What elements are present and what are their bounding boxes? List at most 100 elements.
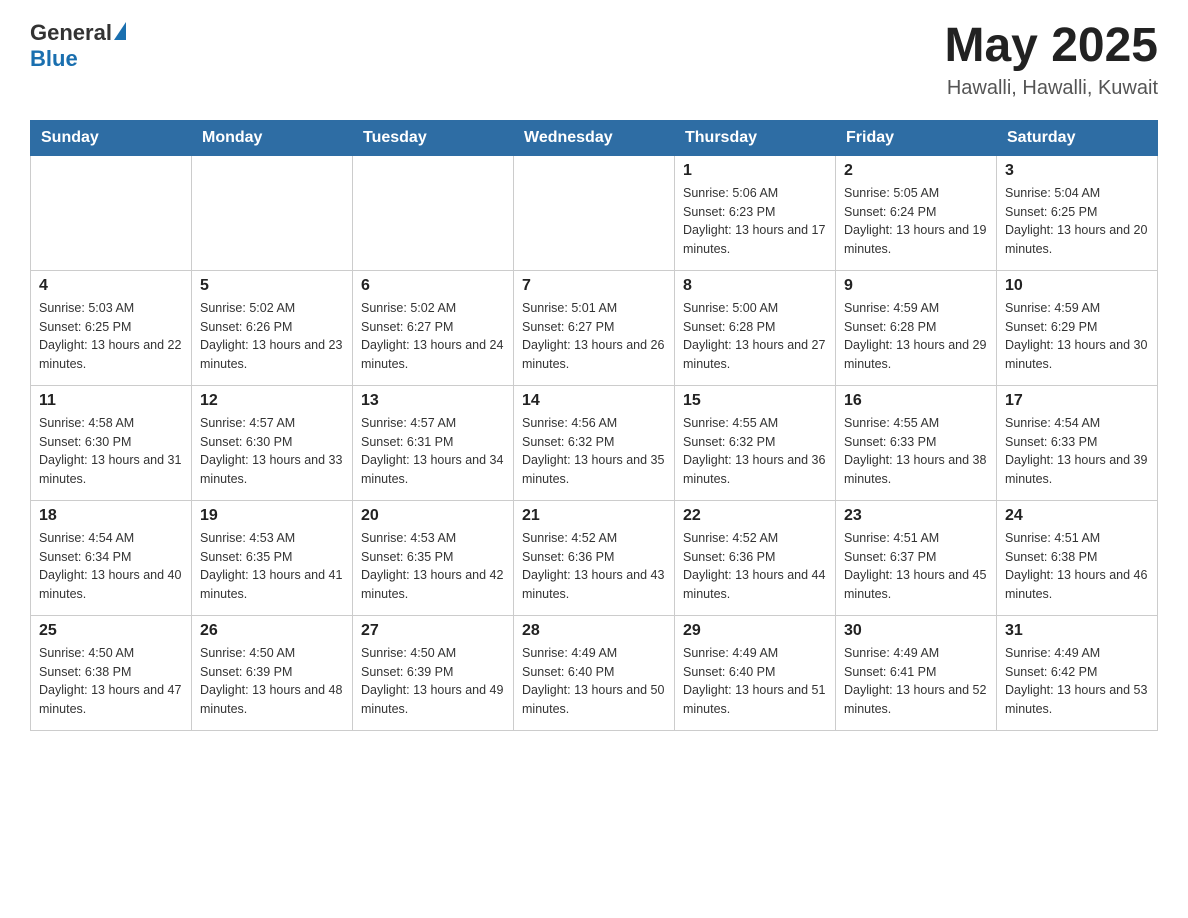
calendar-cell: 3 Sunrise: 5:04 AMSunset: 6:25 PMDaylight… — [997, 155, 1158, 270]
week-row-1: 1 Sunrise: 5:06 AMSunset: 6:23 PMDaylight… — [31, 155, 1158, 270]
calendar-cell: 7 Sunrise: 5:01 AMSunset: 6:27 PMDaylight… — [514, 270, 675, 385]
calendar-cell: 9 Sunrise: 4:59 AMSunset: 6:28 PMDaylight… — [836, 270, 997, 385]
weekday-header-thursday: Thursday — [675, 120, 836, 155]
day-info: Sunrise: 4:58 AMSunset: 6:30 PMDaylight:… — [39, 416, 181, 486]
week-row-5: 25 Sunrise: 4:50 AMSunset: 6:38 PMDayligh… — [31, 615, 1158, 730]
day-number: 2 — [844, 162, 988, 180]
day-number: 7 — [522, 277, 666, 295]
calendar-cell: 21Sunrise: 4:52 AMSunset: 6:36 PMDayligh… — [514, 500, 675, 615]
location-subtitle: Hawalli, Hawalli, Kuwait — [945, 77, 1159, 100]
calendar-cell — [514, 155, 675, 270]
day-number: 28 — [522, 622, 666, 640]
calendar-cell: 31 Sunrise: 4:49 AMSunset: 6:42 PMDayligh… — [997, 615, 1158, 730]
calendar-table: SundayMondayTuesdayWednesdayThursdayFrid… — [30, 120, 1158, 731]
calendar-cell: 1 Sunrise: 5:06 AMSunset: 6:23 PMDaylight… — [675, 155, 836, 270]
day-info: Sunrise: 5:03 AMSunset: 6:25 PMDaylight:… — [39, 301, 181, 371]
calendar-cell: 8Sunrise: 5:00 AMSunset: 6:28 PMDaylight… — [675, 270, 836, 385]
calendar-cell: 24Sunrise: 4:51 AMSunset: 6:38 PMDayligh… — [997, 500, 1158, 615]
week-row-2: 4 Sunrise: 5:03 AMSunset: 6:25 PMDaylight… — [31, 270, 1158, 385]
logo-general: General — [30, 20, 112, 46]
calendar-cell: 10 Sunrise: 4:59 AMSunset: 6:29 PMDayligh… — [997, 270, 1158, 385]
day-info: Sunrise: 4:57 AMSunset: 6:30 PMDaylight:… — [200, 416, 342, 486]
weekday-header-friday: Friday — [836, 120, 997, 155]
day-info: Sunrise: 4:52 AMSunset: 6:36 PMDaylight:… — [683, 531, 825, 601]
day-info: Sunrise: 5:05 AMSunset: 6:24 PMDaylight:… — [844, 186, 986, 256]
day-number: 3 — [1005, 162, 1149, 180]
calendar-cell: 22Sunrise: 4:52 AMSunset: 6:36 PMDayligh… — [675, 500, 836, 615]
day-number: 25 — [39, 622, 183, 640]
day-info: Sunrise: 4:55 AMSunset: 6:33 PMDaylight:… — [844, 416, 986, 486]
day-info: Sunrise: 4:52 AMSunset: 6:36 PMDaylight:… — [522, 531, 664, 601]
day-number: 15 — [683, 392, 827, 410]
calendar-cell: 12 Sunrise: 4:57 AMSunset: 6:30 PMDayligh… — [192, 385, 353, 500]
day-info: Sunrise: 4:55 AMSunset: 6:32 PMDaylight:… — [683, 416, 825, 486]
calendar-cell — [353, 155, 514, 270]
month-year-title: May 2025 — [945, 20, 1159, 73]
day-number: 6 — [361, 277, 505, 295]
day-info: Sunrise: 4:59 AMSunset: 6:29 PMDaylight:… — [1005, 301, 1147, 371]
day-number: 17 — [1005, 392, 1149, 410]
day-info: Sunrise: 4:53 AMSunset: 6:35 PMDaylight:… — [200, 531, 342, 601]
day-info: Sunrise: 5:01 AMSunset: 6:27 PMDaylight:… — [522, 301, 664, 371]
day-info: Sunrise: 4:56 AMSunset: 6:32 PMDaylight:… — [522, 416, 664, 486]
day-number: 10 — [1005, 277, 1149, 295]
day-number: 27 — [361, 622, 505, 640]
calendar-cell: 27 Sunrise: 4:50 AMSunset: 6:39 PMDayligh… — [353, 615, 514, 730]
day-info: Sunrise: 5:04 AMSunset: 6:25 PMDaylight:… — [1005, 186, 1147, 256]
calendar-cell: 11Sunrise: 4:58 AMSunset: 6:30 PMDayligh… — [31, 385, 192, 500]
weekday-header-monday: Monday — [192, 120, 353, 155]
weekday-header-saturday: Saturday — [997, 120, 1158, 155]
calendar-cell: 25 Sunrise: 4:50 AMSunset: 6:38 PMDayligh… — [31, 615, 192, 730]
day-number: 5 — [200, 277, 344, 295]
calendar-cell — [31, 155, 192, 270]
logo-triangle-icon — [114, 22, 126, 40]
day-number: 23 — [844, 507, 988, 525]
day-number: 4 — [39, 277, 183, 295]
calendar-cell: 20 Sunrise: 4:53 AMSunset: 6:35 PMDayligh… — [353, 500, 514, 615]
calendar-header-row: SundayMondayTuesdayWednesdayThursdayFrid… — [31, 120, 1158, 155]
day-number: 14 — [522, 392, 666, 410]
day-number: 12 — [200, 392, 344, 410]
day-number: 16 — [844, 392, 988, 410]
day-info: Sunrise: 4:51 AMSunset: 6:38 PMDaylight:… — [1005, 531, 1147, 601]
day-info: Sunrise: 4:49 AMSunset: 6:42 PMDaylight:… — [1005, 646, 1147, 716]
day-info: Sunrise: 4:49 AMSunset: 6:41 PMDaylight:… — [844, 646, 986, 716]
day-number: 18 — [39, 507, 183, 525]
day-info: Sunrise: 4:59 AMSunset: 6:28 PMDaylight:… — [844, 301, 986, 371]
weekday-header-sunday: Sunday — [31, 120, 192, 155]
calendar-cell: 23 Sunrise: 4:51 AMSunset: 6:37 PMDayligh… — [836, 500, 997, 615]
day-number: 1 — [683, 162, 827, 180]
day-info: Sunrise: 4:50 AMSunset: 6:39 PMDaylight:… — [361, 646, 503, 716]
day-number: 9 — [844, 277, 988, 295]
calendar-cell — [192, 155, 353, 270]
calendar-cell: 2 Sunrise: 5:05 AMSunset: 6:24 PMDaylight… — [836, 155, 997, 270]
logo-blue: Blue — [30, 46, 78, 72]
day-info: Sunrise: 5:06 AMSunset: 6:23 PMDaylight:… — [683, 186, 825, 256]
day-number: 19 — [200, 507, 344, 525]
day-number: 8 — [683, 277, 827, 295]
calendar-cell: 5 Sunrise: 5:02 AMSunset: 6:26 PMDaylight… — [192, 270, 353, 385]
day-info: Sunrise: 4:51 AMSunset: 6:37 PMDaylight:… — [844, 531, 986, 601]
calendar-cell: 19 Sunrise: 4:53 AMSunset: 6:35 PMDayligh… — [192, 500, 353, 615]
week-row-4: 18 Sunrise: 4:54 AMSunset: 6:34 PMDayligh… — [31, 500, 1158, 615]
day-info: Sunrise: 4:49 AMSunset: 6:40 PMDaylight:… — [683, 646, 825, 716]
day-number: 31 — [1005, 622, 1149, 640]
calendar-cell: 18 Sunrise: 4:54 AMSunset: 6:34 PMDayligh… — [31, 500, 192, 615]
day-info: Sunrise: 4:57 AMSunset: 6:31 PMDaylight:… — [361, 416, 503, 486]
calendar-cell: 13Sunrise: 4:57 AMSunset: 6:31 PMDayligh… — [353, 385, 514, 500]
day-info: Sunrise: 4:50 AMSunset: 6:38 PMDaylight:… — [39, 646, 181, 716]
calendar-cell: 15 Sunrise: 4:55 AMSunset: 6:32 PMDayligh… — [675, 385, 836, 500]
logo: General Blue — [30, 20, 126, 72]
day-info: Sunrise: 4:53 AMSunset: 6:35 PMDaylight:… — [361, 531, 503, 601]
calendar-cell: 30Sunrise: 4:49 AMSunset: 6:41 PMDayligh… — [836, 615, 997, 730]
calendar-cell: 16 Sunrise: 4:55 AMSunset: 6:33 PMDayligh… — [836, 385, 997, 500]
calendar-cell: 29Sunrise: 4:49 AMSunset: 6:40 PMDayligh… — [675, 615, 836, 730]
day-info: Sunrise: 4:49 AMSunset: 6:40 PMDaylight:… — [522, 646, 664, 716]
title-section: May 2025 Hawalli, Hawalli, Kuwait — [945, 20, 1159, 100]
day-info: Sunrise: 4:50 AMSunset: 6:39 PMDaylight:… — [200, 646, 342, 716]
page-header: General Blue May 2025 Hawalli, Hawalli, … — [30, 20, 1158, 100]
calendar-cell: 17Sunrise: 4:54 AMSunset: 6:33 PMDayligh… — [997, 385, 1158, 500]
day-info: Sunrise: 4:54 AMSunset: 6:34 PMDaylight:… — [39, 531, 181, 601]
day-number: 20 — [361, 507, 505, 525]
day-info: Sunrise: 5:02 AMSunset: 6:26 PMDaylight:… — [200, 301, 342, 371]
